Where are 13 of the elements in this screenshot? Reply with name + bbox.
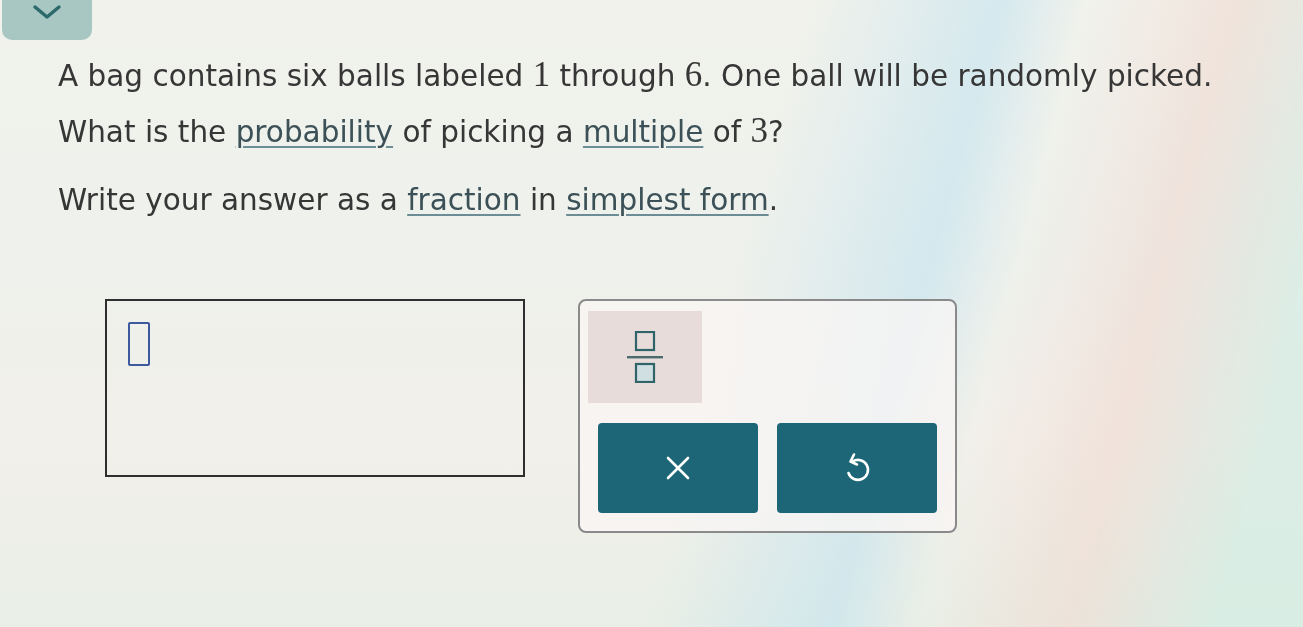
collapse-button[interactable] <box>2 0 92 40</box>
chevron-down-icon <box>32 4 62 20</box>
glossary-link[interactable]: probability <box>235 115 394 149</box>
answer-input-field[interactable] <box>128 322 150 366</box>
fraction-icon <box>627 331 663 383</box>
fraction-button[interactable] <box>588 311 702 403</box>
glossary-link[interactable]: multiple <box>582 115 704 149</box>
glossary-link[interactable]: fraction <box>407 183 521 217</box>
question-text: Write your answer as a fraction in simplest form. <box>58 182 780 219</box>
question-text: A bag contains six balls labeled 1 through 6. One ball will be randomly picked. <box>58 56 1214 95</box>
glossary-link[interactable]: simplest form <box>566 183 769 217</box>
x-icon <box>666 456 690 480</box>
question-text: What is the probability of picking a multiple of 3? <box>58 112 785 151</box>
